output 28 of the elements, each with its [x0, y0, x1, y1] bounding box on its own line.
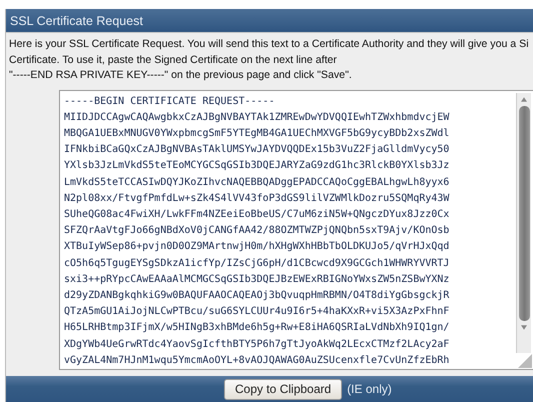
scrollbar-thumb[interactable] [518, 106, 530, 320]
scroll-up-icon[interactable] [521, 96, 527, 102]
scroll-down-icon[interactable] [521, 324, 527, 330]
certificate-line: MBQGA1UEBxMNUGV0YWxpbmcgSmF5YTEgMB4GA1UEChMXVGF5bG9ycyBDb2xsZWdl [64, 126, 450, 141]
certificate-line: vGyZAL4Nm7HJnM1wqu5YmcmAoOYL+8vAOJQAWAG0AuZSUcenxfle7CvUnZfzEbRh [64, 354, 450, 368]
certificate-line: H65LRHBtmp3IFjmX/w5HINgB3xhBMde6h5g+Rw+E8iHA6QSRIaLVdNbXh9IQ1gn/ [64, 321, 450, 336]
certificate-line: IFNkbiBCaGQxCzAJBgNVBAsTAklUMSYwJAYDVQQDEx15b3VuZ2FjaGlldmVycy50 [64, 143, 450, 158]
certificate-line: XDgYWb4UeGrwRTdc4YaovSgIcfthBTY5P6h7gTtJyoAkWq2LEcxCTMzf2LAcy2aF [64, 338, 450, 352]
instruction-text: Certificate. To use it, paste the Signed Certificate on the next line after [9, 52, 338, 68]
certificate-line: YXlsb3JzLmVkdS5teTEoMCYGCSqGSIb3DQEJARYZaG9zdG1hc3RlckB0YXlsb3Jz [64, 159, 450, 174]
instruction-text: Here is your SSL Certificate Request. You will send this text to a Certificate Authority and they will give you a Si [9, 37, 530, 52]
certificate-line: sxi3++pRYpcCAwEAAaAlMCMGCSqGSIb3DQEJBzEWExRBIGNoYWxsZW5nZSBwYXNz [64, 272, 450, 287]
certificate-line: LmVkdS5teTCCASIwDQYJKoZIhvcNAQEBBQADggEPADCCAQoCggEBALhgwLh8yyx6 [64, 176, 450, 190]
scrollbar[interactable] [516, 92, 531, 352]
certificate-line: SUheQG08ac4FwiXH/LwkFFm4NZEeiEoBbeUS/C7uM6ziN5W+QNgczDYux8Jzz0Cx [64, 208, 450, 222]
certificate-line: QTzA5mGU1AiJojNLCwPTBcu/suG6SYLCUUr4u9I6r5+4haKXxR+vi5X3AzPxFhnF [64, 305, 450, 320]
certificate-line: MIIDJDCCAgwCAQAwgbkxCzAJBgNVBAYTAk1ZMREwDwYDVQQIEwhTZWxhbmdvcjEW [64, 110, 450, 125]
certificate-line: N2pl08xx/FtvgfPmfdLw+sZk4S4lVV43foP3dGS9lilVZWMlkDozru5SQMqRy43W [64, 192, 450, 206]
instruction-text: "-----END RSA PRIVATE KEY-----" on the previous page and click "Save". [9, 68, 353, 83]
copy-to-clipboard-button[interactable]: Copy to Clipboard [224, 378, 342, 400]
certificate-line: -----BEGIN CERTIFICATE REQUEST----- [64, 94, 276, 108]
panel-title: SSL Certificate Request [10, 14, 143, 28]
certificate-line: d29yZDANBgkqhkiG9w0BAQUFAAOCAQEAOj3bQvuqpHmRBMN/O4T8diYgGbsgckjR [64, 288, 450, 303]
certificate-line: cO5h6q5TgugEYSgSDkzA1icfYp/IZsCjG6pH/d1CBcwcd9X9GCGch1WHWRYVVRTJ [64, 256, 450, 271]
certificate-line: SFZQrAaVtgFJo66gNBdXoV0jCANGfAA42/88OZMTWZPjQNQbn5sxT9Ajv/KOnOsb [64, 224, 450, 238]
certificate-text-area[interactable] [59, 90, 533, 370]
copy-note: (IE only) [347, 382, 392, 396]
certificate-line: XTBuIyWSep86+pvjn0D0OZ9MArtnwjH0m/hXHgWXhHBbTbOLDKUJo5/qVrHJxQqd [64, 240, 450, 254]
